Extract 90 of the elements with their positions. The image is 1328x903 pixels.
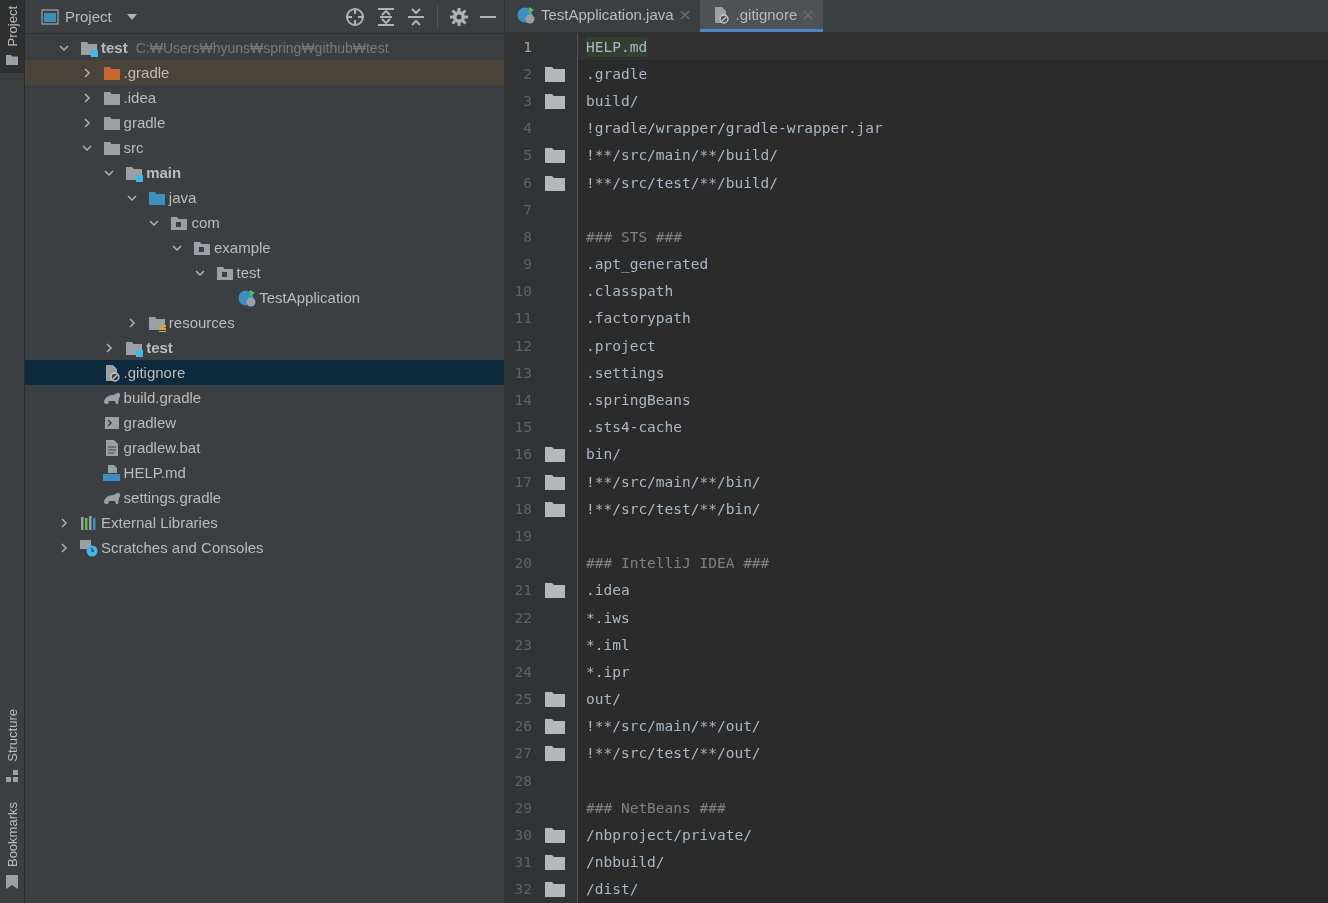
- tree-item-label: java: [168, 189, 197, 206]
- tree-item-label: main: [146, 164, 182, 181]
- tree-item-label: build.gradle: [123, 389, 202, 406]
- chevron-right-icon[interactable]: [58, 516, 70, 529]
- code-line: /nbproject/private/: [586, 826, 752, 846]
- tree-item[interactable]: src: [25, 135, 504, 160]
- tool-window-tab[interactable]: Bookmarks: [0, 795, 24, 897]
- tree-item[interactable]: test C:₩Users₩hyuns₩spring₩github₩test: [25, 35, 504, 60]
- code-line: .apt_generated: [586, 255, 709, 275]
- tree-item-label: test: [146, 339, 173, 356]
- tree-item-label: com: [191, 214, 220, 231]
- tree-item[interactable]: java: [25, 185, 504, 210]
- code-line: !**/src/main/**/bin/: [586, 472, 761, 492]
- tree-item[interactable]: HELP.md: [25, 460, 504, 485]
- code-line: .idea: [586, 581, 630, 601]
- spring-class-icon: [517, 5, 535, 24]
- structure-icon: [6, 769, 18, 782]
- code-line: .project: [586, 336, 656, 356]
- code-line: ### IntelliJ IDEA ###: [586, 554, 770, 574]
- code-line: !**/src/main/**/out/: [586, 717, 761, 737]
- code-line: .classpath: [586, 282, 674, 302]
- line-number: 1: [522, 37, 532, 57]
- code-line: .factorypath: [586, 309, 691, 329]
- project-path: C:₩Users₩hyuns₩spring₩github₩test: [135, 39, 389, 56]
- code-line: .settings: [586, 363, 665, 383]
- chevron-right-icon[interactable]: [58, 541, 70, 554]
- tree-item-label: HELP.md: [123, 464, 186, 481]
- code-line: *.iml: [586, 635, 630, 655]
- code-line: *.iws: [586, 608, 630, 628]
- tree-item-label: .gitignore: [123, 364, 186, 381]
- tree-item[interactable]: Scratches and Consoles: [25, 535, 504, 560]
- folder-icon: [6, 54, 18, 66]
- tree-item[interactable]: .gradle: [25, 60, 504, 85]
- locate-icon[interactable]: [345, 6, 365, 27]
- project-view-selector[interactable]: Project: [41, 8, 138, 25]
- tree-item-label: test: [101, 39, 128, 56]
- code-line: *.ipr: [586, 662, 630, 682]
- tree-item[interactable]: External Libraries: [25, 510, 504, 535]
- tree-item[interactable]: main: [25, 160, 504, 185]
- tree-item-label: External Libraries: [101, 514, 218, 531]
- code-line: !**/src/main/**/build/: [586, 146, 779, 166]
- tree-item-label: gradlew.bat: [123, 439, 201, 456]
- tree-item[interactable]: gradle: [25, 110, 504, 135]
- tree-item[interactable]: com: [25, 210, 504, 235]
- tree-item[interactable]: settings.gradle: [25, 485, 504, 510]
- code-line: /dist/: [586, 880, 639, 900]
- tree-item-label: src: [123, 139, 144, 156]
- tree-item[interactable]: TestApplication: [25, 285, 504, 310]
- tree-item-label: .idea: [123, 89, 157, 106]
- tree-item-label: test: [236, 264, 261, 281]
- code-line: .springBeans: [586, 391, 691, 411]
- tree-item-label: Scratches and Consoles: [101, 539, 264, 556]
- code-line: .gradle: [586, 64, 648, 84]
- tree-item[interactable]: gradlew: [25, 410, 504, 435]
- tree-item[interactable]: test: [25, 260, 504, 285]
- code-line: !**/src/test/**/out/: [586, 744, 761, 764]
- tree-item-label: TestApplication: [259, 289, 361, 306]
- code-line: !**/src/test/**/build/: [586, 173, 779, 193]
- tree-item-label: gradlew: [123, 414, 177, 431]
- tree-item-label: resources: [168, 314, 235, 331]
- tree-item[interactable]: resources: [25, 310, 504, 335]
- editor-tab[interactable]: .gitignore: [699, 0, 824, 32]
- code-line: .sts4-cache: [586, 418, 683, 438]
- tool-window-tab[interactable]: Structure: [0, 703, 24, 790]
- tree-item[interactable]: .gitignore: [25, 360, 504, 385]
- tree-item[interactable]: build.gradle: [25, 385, 504, 410]
- tool-window-tab[interactable]: Project: [0, 0, 24, 74]
- tree-item-label: .gradle: [123, 64, 170, 81]
- bookmark-icon: [6, 875, 18, 889]
- tree-item[interactable]: test: [25, 335, 504, 360]
- tree-item-label: example: [214, 239, 271, 256]
- expand-all-icon[interactable]: [377, 6, 395, 27]
- code-line: !gradle/wrapper/gradle-wrapper.jar: [586, 119, 883, 139]
- settings-icon[interactable]: [450, 7, 468, 26]
- tree-item-label: settings.gradle: [123, 489, 222, 506]
- code-line: build/: [586, 91, 639, 111]
- tree-item-label: gradle: [123, 114, 166, 131]
- code-line: /nbbuild/: [586, 853, 665, 873]
- collapse-all-icon[interactable]: [407, 6, 425, 27]
- code-line: bin/: [586, 445, 621, 465]
- tree-item[interactable]: example: [25, 235, 504, 260]
- tree-item[interactable]: .idea: [25, 85, 504, 110]
- code-line: ### NetBeans ###: [586, 798, 726, 818]
- editor-tab[interactable]: TestApplication.java: [505, 0, 700, 32]
- dropdown-caret-icon: [125, 12, 138, 21]
- code-line: !**/src/test/**/bin/: [586, 499, 761, 519]
- tree-item[interactable]: gradlew.bat: [25, 435, 504, 460]
- code-line: ### STS ###: [586, 227, 683, 247]
- code-line: out/: [586, 690, 621, 710]
- window-icon: [41, 8, 59, 25]
